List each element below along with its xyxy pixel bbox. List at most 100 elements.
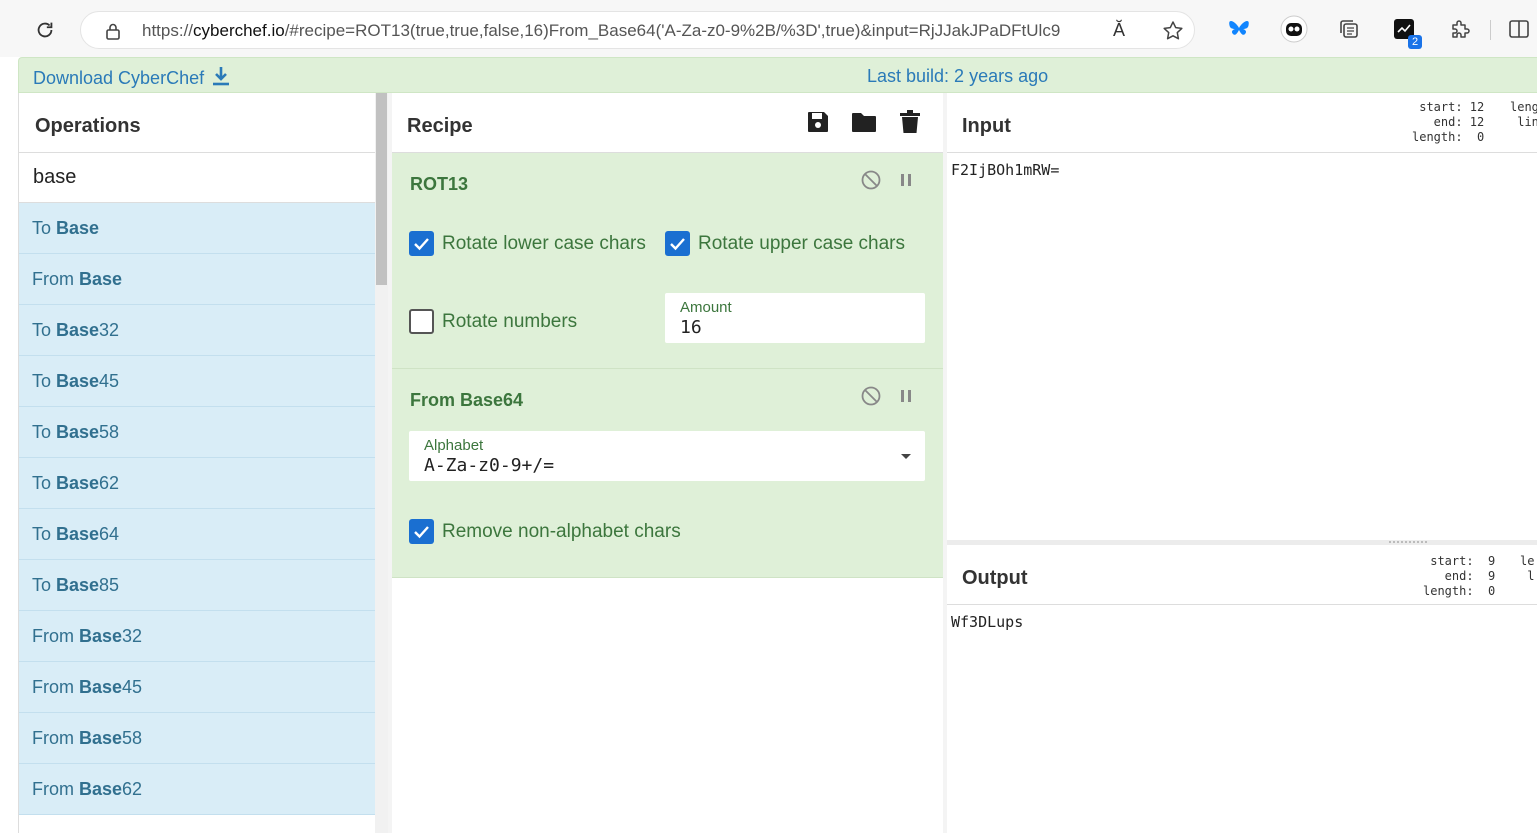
rotate-numbers-checkbox[interactable]: Rotate numbers xyxy=(409,309,577,334)
output-textarea[interactable]: Wf3DLups xyxy=(947,605,1537,631)
operation-item-suffix: 32 xyxy=(122,626,143,646)
download-icon xyxy=(212,66,230,91)
remove-non-alphabet-checkbox[interactable]: Remove non-alphabet chars xyxy=(409,519,681,544)
rotate-lower-checkbox[interactable]: Rotate lower case chars xyxy=(409,231,646,256)
rotate-upper-checkbox[interactable]: Rotate upper case chars xyxy=(665,231,905,256)
operation-item-suffix: 45 xyxy=(99,371,120,391)
extensions-puzzle-icon[interactable] xyxy=(1446,15,1474,43)
save-recipe-icon[interactable] xyxy=(805,109,831,135)
input-panel: Input start: 12 end: 12 length: 0 leng l… xyxy=(947,93,1537,540)
input-length-stats: leng lin xyxy=(1510,100,1537,129)
top-banner: Download CyberChef Last build: 2 years a… xyxy=(18,57,1537,93)
operation-item-suffix: 32 xyxy=(99,320,120,340)
operation-item-prefix: To xyxy=(32,575,57,595)
operation-item-match: Base xyxy=(56,524,100,544)
split-screen-icon[interactable] xyxy=(1505,15,1533,43)
operation-item-match: Base xyxy=(79,728,123,748)
from-base64-operation: From Base64 Alphabet A-Za-z0-9+/= Remove… xyxy=(392,369,943,578)
operations-header: Operations xyxy=(19,93,375,153)
amount-value[interactable]: 16 xyxy=(680,317,702,338)
url-text[interactable]: https://cyberchef.io/#recipe=ROT13(true,… xyxy=(142,21,1102,41)
read-aloud-icon[interactable]: Ă xyxy=(1113,20,1125,41)
chevron-down-icon[interactable] xyxy=(901,454,911,459)
alphabet-label: Alphabet xyxy=(424,437,484,454)
operation-item-match: Base xyxy=(56,575,100,595)
toolbar-divider xyxy=(1490,20,1491,40)
remove-non-alphabet-label: Remove non-alphabet chars xyxy=(442,520,681,542)
operation-item-suffix: 58 xyxy=(99,422,120,442)
operation-list-item[interactable]: To Base64 xyxy=(19,509,375,560)
recipe-panel: Recipe ROT13 Rotate lower case chars Rot… xyxy=(392,93,943,833)
operation-list-item[interactable]: To Base32 xyxy=(19,305,375,356)
operations-scrollbar[interactable] xyxy=(375,93,388,833)
operation-item-prefix: To xyxy=(32,371,57,391)
disable-operation-icon[interactable] xyxy=(860,169,882,191)
download-cyberchef-link[interactable]: Download CyberChef xyxy=(33,66,230,91)
operation-item-match: Base xyxy=(79,677,123,697)
operation-item-prefix: From xyxy=(32,728,79,748)
clear-recipe-trash-icon[interactable] xyxy=(897,109,923,135)
alphabet-select[interactable]: Alphabet A-Za-z0-9+/= xyxy=(409,431,925,481)
amount-label: Amount xyxy=(680,299,732,316)
output-panel: Output start: 9 end: 9 length: 0 le l Wf… xyxy=(947,545,1537,833)
operation-item-suffix: 62 xyxy=(99,473,120,493)
alphabet-value[interactable]: A-Za-z0-9+/= xyxy=(424,455,554,476)
operations-search-input[interactable]: base xyxy=(19,153,375,203)
operation-item-suffix: 45 xyxy=(122,677,143,697)
ghost-extension-icon[interactable] xyxy=(1280,15,1308,43)
recipe-header: Recipe xyxy=(392,93,943,153)
operation-item-prefix: From xyxy=(32,269,79,289)
checkbox-unchecked-icon[interactable] xyxy=(409,309,434,334)
resize-grip[interactable] xyxy=(1389,541,1427,543)
reload-icon[interactable] xyxy=(30,15,60,45)
operation-item-match: Base xyxy=(79,269,123,289)
rot13-operation: ROT13 Rotate lower case chars Rotate upp… xyxy=(392,153,943,369)
operations-title: Operations xyxy=(35,115,141,137)
amount-field[interactable]: Amount 16 xyxy=(665,293,925,343)
operation-list-item[interactable]: To Base85 xyxy=(19,560,375,611)
operation-list-item[interactable]: To Base62 xyxy=(19,458,375,509)
output-title: Output xyxy=(962,567,1028,589)
output-selection-stats: start: 9 end: 9 length: 0 xyxy=(1423,554,1496,598)
operation-item-prefix: To xyxy=(32,320,57,340)
operation-item-match: Base xyxy=(56,371,100,391)
checkbox-checked-icon[interactable] xyxy=(665,231,690,256)
breakpoint-pause-icon[interactable] xyxy=(895,169,917,191)
from-base64-title: From Base64 xyxy=(410,390,524,410)
operation-list-item[interactable]: From Base xyxy=(19,254,375,305)
operation-list-item[interactable]: To Base45 xyxy=(19,356,375,407)
checkbox-checked-icon[interactable] xyxy=(409,519,434,544)
operation-item-match: Base xyxy=(56,473,100,493)
operation-item-suffix: 64 xyxy=(99,524,120,544)
bluesky-extension-icon[interactable] xyxy=(1225,15,1253,43)
operation-item-prefix: To xyxy=(32,422,57,442)
operation-item-prefix: From xyxy=(32,626,79,646)
rot13-title: ROT13 xyxy=(410,174,469,194)
collections-icon[interactable] xyxy=(1335,15,1363,43)
checkbox-checked-icon[interactable] xyxy=(409,231,434,256)
operation-list-item[interactable]: From Base62 xyxy=(19,764,375,815)
input-textarea[interactable]: F2IjBOh1mRW= xyxy=(947,153,1537,179)
recipe-title: Recipe xyxy=(407,115,473,137)
operation-item-prefix: From xyxy=(32,779,79,799)
terminal-extension-icon[interactable]: 2 xyxy=(1390,15,1422,49)
operation-item-match: Base xyxy=(56,320,100,340)
breakpoint-pause-icon[interactable] xyxy=(895,385,917,407)
operation-list-item[interactable]: From Base58 xyxy=(19,713,375,764)
operation-item-match: Base xyxy=(56,422,100,442)
operation-list-item[interactable]: From Base45 xyxy=(19,662,375,713)
favorite-star-icon[interactable] xyxy=(1161,19,1185,43)
operation-list-item[interactable]: From Base32 xyxy=(19,611,375,662)
lock-icon[interactable] xyxy=(103,21,123,41)
address-bar[interactable]: https://cyberchef.io/#recipe=ROT13(true,… xyxy=(80,11,1195,49)
scrollbar-thumb[interactable] xyxy=(376,93,387,285)
operation-list-item[interactable]: To Base xyxy=(19,203,375,254)
operation-item-suffix: 85 xyxy=(99,575,120,595)
operation-item-match: Base xyxy=(79,626,123,646)
disable-operation-icon[interactable] xyxy=(860,385,882,407)
operation-item-prefix: From xyxy=(32,677,79,697)
output-length-stats: le l xyxy=(1520,554,1535,583)
operation-list-item[interactable]: To Base58 xyxy=(19,407,375,458)
operation-item-prefix: To xyxy=(32,218,57,238)
load-recipe-folder-icon[interactable] xyxy=(851,109,877,135)
